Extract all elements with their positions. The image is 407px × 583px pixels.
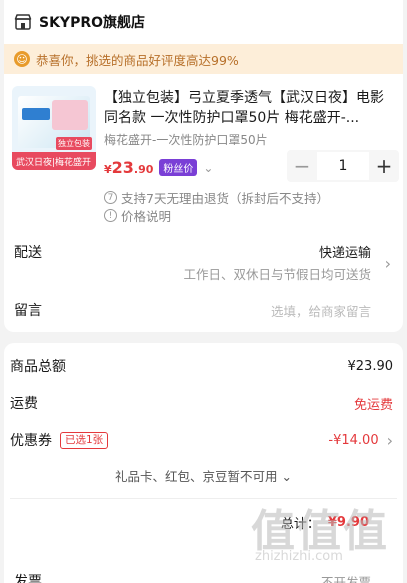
store-header[interactable]: SKYPRO旗舰店 [14, 12, 145, 32]
coupon-label: 优惠券 [10, 433, 52, 449]
product-image-badge: 独立包装 [56, 137, 92, 150]
coupon-value: -¥14.00 [328, 432, 379, 448]
grand-total: 总计： ¥9.90 [281, 513, 369, 532]
message-input[interactable]: 选填，给商家留言 [271, 301, 371, 320]
order-item-card: SKYPRO旗舰店 ☺ 恭喜你，挑选的商品好评度高达99% 独立包装 武汉日夜|… [4, 0, 403, 332]
product-title[interactable]: 【独立包装】弓立夏季透气【武汉日夜】电影同名款 一次性防护口罩50片 梅花盛开-… [104, 88, 389, 128]
service-return-policy[interactable]: 7 支持7天无理由退货（拆封后不支持） [104, 188, 329, 207]
quantity-plus-button[interactable]: + [369, 150, 399, 182]
shipping-fee-value: 免运费 [353, 397, 393, 413]
store-icon [14, 14, 32, 30]
price-decimal: .90 [133, 163, 154, 176]
product-label-graphic [22, 108, 50, 120]
gift-card-row[interactable]: 礼品卡、红包、京豆暂不可用 ⌄ [0, 466, 407, 485]
summary-coupon-row[interactable]: 优惠券 已选1张 -¥14.00 › [10, 430, 393, 450]
shipping-method[interactable]: 快递运输 [319, 242, 371, 261]
price-integer: 23 [111, 158, 134, 177]
info-icon: ! [104, 209, 117, 222]
price-row: ¥23.90 粉丝价 ⌄ [104, 158, 213, 177]
product-image[interactable]: 独立包装 武汉日夜|梅花盛开 [12, 86, 96, 170]
shipping-note[interactable]: 工作日、双休日与节假日均可送货 [183, 264, 371, 283]
coupon-right: -¥14.00 › [328, 431, 393, 450]
summary-shipping-row: 运费 免运费 [10, 393, 393, 413]
summary-total-row: 商品总额 ¥23.90 [10, 356, 393, 376]
shipping-label: 配送 [14, 245, 42, 261]
message-label: 留言 [14, 303, 42, 319]
coupon-selected-tag: 已选1张 [60, 431, 109, 449]
product-mask-graphic [52, 100, 88, 130]
quantity-minus-button[interactable]: − [287, 150, 317, 182]
quantity-stepper: − 1 + [287, 150, 399, 182]
total-label: 商品总额 [10, 359, 66, 375]
divider [10, 498, 397, 499]
chevron-down-icon[interactable]: ⌄ [203, 161, 213, 175]
product-image-strip: 武汉日夜|梅花盛开 [12, 152, 96, 170]
invoice-value: 不开发票 [320, 575, 371, 583]
chevron-right-icon[interactable]: › [385, 254, 391, 273]
grand-total-value: ¥9.90 [327, 515, 369, 530]
return-7-icon: 7 [104, 191, 117, 204]
store-name: SKYPRO旗舰店 [39, 15, 146, 31]
coupon-left: 优惠券 已选1张 [10, 430, 109, 450]
total-value: ¥23.90 [347, 358, 394, 374]
order-summary-card [4, 343, 403, 583]
chevron-right-icon[interactable]: › [387, 431, 393, 450]
smile-icon: ☺ [14, 51, 30, 67]
invoice-card[interactable]: 发票 不开发票 [4, 560, 403, 583]
price-currency: ¥ [104, 163, 112, 176]
service-text: 价格说明 [121, 209, 172, 224]
service-price-info[interactable]: ! 价格说明 [104, 206, 171, 225]
grand-total-label: 总计： [280, 517, 320, 532]
fan-price-badge: 粉丝价 [159, 159, 198, 176]
service-text: 支持7天无理由退货（拆封后不支持） [121, 191, 329, 206]
shipping-fee-label: 运费 [10, 396, 38, 412]
invoice-label: 发票 [14, 574, 42, 583]
notice-text: 恭喜你，挑选的商品好评度高达99% [36, 52, 239, 68]
quantity-input[interactable]: 1 [317, 152, 369, 180]
product-price: ¥23.90 [104, 158, 153, 177]
rating-notice-bar: ☺ 恭喜你，挑选的商品好评度高达99% [4, 44, 403, 74]
product-sku[interactable]: 梅花盛开-一次性防护口罩50片 [104, 131, 268, 148]
